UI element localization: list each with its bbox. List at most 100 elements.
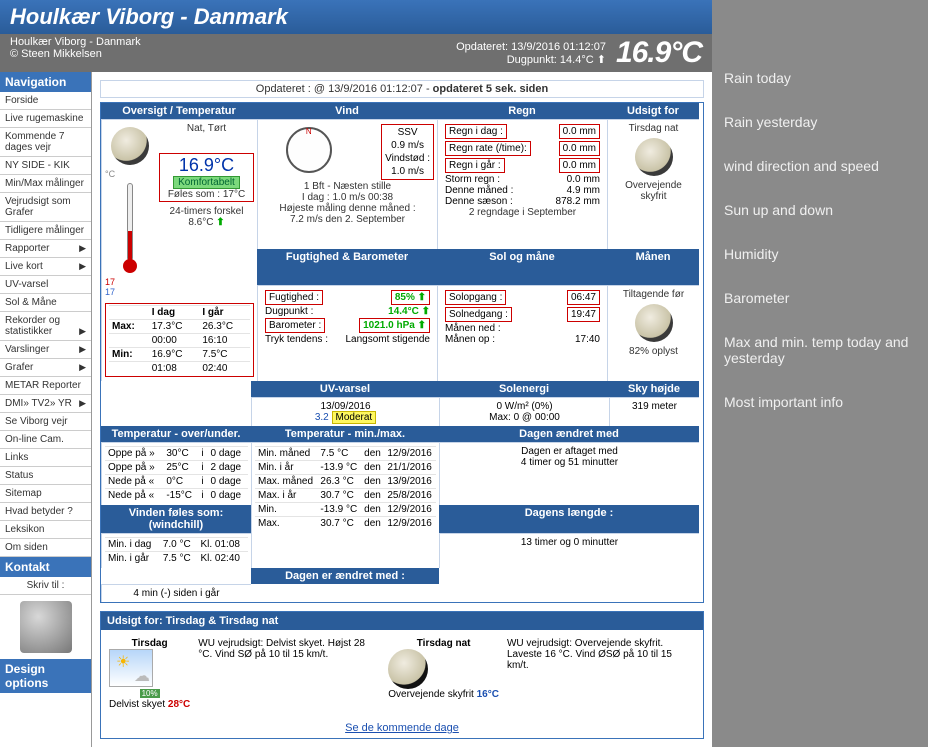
- solar-cell: 0 W/m² (0%)Max: 0 @ 00:00: [439, 397, 609, 426]
- hdr-rain: Regn: [437, 103, 607, 119]
- forecast-day1: Tirsdag 10% Delvist skyet 28°C WU vejrud…: [109, 638, 368, 710]
- overview-cell: °C 17 17 Nat, Tørt: [101, 119, 257, 381]
- sun-cell: Solopgang :06:47 Solnedgang :19:47 Månen…: [437, 285, 607, 381]
- nav-item-18[interactable]: Links: [0, 449, 91, 467]
- compass-icon: [286, 127, 332, 173]
- moon-cell: Tiltagende før 82% oplyst: [607, 285, 699, 381]
- nav-item-2[interactable]: Kommende 7 dages vejr: [0, 128, 91, 157]
- rain-cell: Regn i dag :0.0 mm Regn rate (/time):0.0…: [437, 119, 607, 249]
- 24h-diff: 24-timers forskel 8.6°C ⬆: [159, 206, 254, 228]
- chevron-right-icon: ▶: [79, 398, 86, 409]
- nav-item-8[interactable]: Live kort▶: [0, 258, 91, 276]
- nav-item-19[interactable]: Status: [0, 467, 91, 485]
- annotation-3: Sun up and down: [724, 202, 916, 218]
- nav-item-1[interactable]: Live rugemaskine: [0, 110, 91, 128]
- avatar[interactable]: [20, 601, 72, 653]
- nav-item-21[interactable]: Hvad betyder ?: [0, 503, 91, 521]
- sub-bar: Houlkær Viborg - Danmark © Steen Mikkels…: [0, 34, 712, 72]
- hdr-windchill: Vinden føles som: (windchill): [101, 505, 251, 533]
- moon-icon: [111, 127, 149, 165]
- hdr-uv: UV-varsel: [251, 381, 439, 397]
- annotation-1: Rain yesterday: [724, 114, 916, 130]
- hdr-wind: Vind: [257, 103, 437, 119]
- skriv-til-label: Skriv til :: [0, 577, 91, 595]
- feels-like: Føles som : 17°C: [163, 189, 250, 200]
- hdr-tover: Temperatur - over/under.: [101, 426, 251, 442]
- chevron-right-icon: ▶: [79, 362, 86, 373]
- kontakt-header: Kontakt: [0, 557, 91, 577]
- dashboard-panel: Oversigt / Temperatur Vind Regn Udsigt f…: [100, 102, 704, 603]
- forecast-day2: Tirsdag nat Overvejende skyfrit 16°C WU …: [388, 638, 677, 710]
- annotation-sidebar: Rain today Rain yesterday wind direction a…: [712, 0, 928, 747]
- hdr-daychy: Dagen er ændret med :: [251, 568, 439, 584]
- nav-item-13[interactable]: Grafer▶: [0, 359, 91, 377]
- bft-label: 1 Bft - Næsten stille: [261, 181, 434, 192]
- nav-header: Navigation: [0, 72, 91, 92]
- page-title: Houlkær Viborg - Danmark: [0, 0, 712, 34]
- forecast-panel: Udsigt for: Tirsdag & Tirsdag nat Tirsda…: [100, 611, 704, 739]
- nav-item-15[interactable]: DMI» TV2» YR▶: [0, 395, 91, 413]
- daych-cell: Dagen er aftaget med4 timer og 51 minutt…: [439, 442, 699, 505]
- moon-icon: [635, 304, 673, 342]
- windchill-cell: Min. i dag7.0 °CKl. 01:08Min. i går7.5 °…: [101, 533, 251, 568]
- nav-item-11[interactable]: Rekorder og statistikker▶: [0, 312, 91, 341]
- sub-location: Houlkær Viborg - Danmark: [10, 36, 141, 48]
- hdr-tminmax: Temperatur - min./max.: [251, 426, 439, 442]
- daylen-cell: 13 timer og 0 minutter: [439, 533, 699, 568]
- hdr-sky: Sky højde: [609, 381, 699, 397]
- updated-label: Opdateret: 13/9/2016 01:12:07: [456, 41, 606, 53]
- hdr-daych: Dagen ændret med: [439, 426, 699, 442]
- nav-item-9[interactable]: UV-varsel: [0, 276, 91, 294]
- uv-cell: 13/09/2016 3.2 Moderat: [251, 397, 439, 426]
- daychy-cell: 4 min (-) siden i går: [101, 584, 251, 602]
- wind-cell: SSV 0.9 m/s Vindstød : 1.0 m/s 1 Bft - N…: [257, 119, 437, 249]
- annotation-6: Max and min. temp today and yesterday: [724, 334, 916, 366]
- dewpoint-label: Dugpunkt: 14.4°C ⬆: [456, 53, 606, 66]
- nav-item-0[interactable]: Forside: [0, 92, 91, 110]
- nav-item-4[interactable]: Min/Max målinger: [0, 175, 91, 193]
- weather-icon-partly-cloudy: [109, 649, 153, 687]
- design-options-header[interactable]: Design options: [0, 659, 91, 693]
- tover-cell: Oppe på »30°Ci0 dageOppe på »25°Ci2 dage…: [101, 442, 251, 505]
- annotation-0: Rain today: [724, 70, 916, 86]
- annotation-7: Most important info: [724, 394, 916, 410]
- sidebar: Navigation ForsideLive rugemaskineKommen…: [0, 72, 92, 747]
- nav-item-5[interactable]: Vejrudsigt som Grafer: [0, 193, 91, 222]
- weather-icon-clear-night: [388, 649, 428, 689]
- outlook-cell: Tirsdag nat Overvejende skyfrit: [607, 119, 699, 249]
- sky-cell: 319 meter: [609, 397, 699, 426]
- hdr-solar: Solenergi: [439, 381, 609, 397]
- nav-item-23[interactable]: Om siden: [0, 539, 91, 557]
- nav-item-3[interactable]: NY SIDE - KIK: [0, 157, 91, 175]
- current-temp: 16.9°C: [163, 155, 250, 176]
- update-line: Opdateret : @ 13/9/2016 01:12:07 - opdat…: [100, 80, 704, 98]
- nav-item-12[interactable]: Varslinger▶: [0, 341, 91, 359]
- nav-item-7[interactable]: Rapporter▶: [0, 240, 91, 258]
- annotation-4: Humidity: [724, 246, 916, 262]
- nav-item-10[interactable]: Sol & Måne: [0, 294, 91, 312]
- nav-item-17[interactable]: On-line Cam.: [0, 431, 91, 449]
- thermometer-icon: [121, 183, 139, 273]
- moon-icon: [635, 138, 673, 176]
- humidity-cell: Fugtighed :85% ⬆ Dugpunkt :14.4°C ⬆ Baro…: [257, 285, 437, 381]
- forecast-header: Udsigt for: Tirsdag & Tirsdag nat: [101, 612, 703, 630]
- tminmax-cell: Min. måned7.5 °Cden12/9/2016Min. i år-13…: [251, 442, 439, 568]
- hdr-outlook: Udsigt for: [607, 103, 699, 119]
- hdr-humid: Fugtighed & Barometer: [257, 249, 437, 286]
- nav-item-16[interactable]: Se Viborg vejr: [0, 413, 91, 431]
- annotation-2: wind direction and speed: [724, 158, 916, 174]
- minmax-table: I dagI går Max:17.3°C26.3°C 00:0016:10 M…: [109, 305, 250, 375]
- nav-item-6[interactable]: Tidligere målinger: [0, 222, 91, 240]
- chevron-right-icon: ▶: [79, 344, 86, 355]
- nav-item-20[interactable]: Sitemap: [0, 485, 91, 503]
- chevron-right-icon: ▶: [79, 261, 86, 272]
- hdr-sun: Sol og måne: [437, 249, 607, 286]
- nav-item-22[interactable]: Leksikon: [0, 521, 91, 539]
- chevron-right-icon: ▶: [79, 326, 86, 337]
- forecast-more-link[interactable]: Se de kommende dage: [345, 722, 459, 734]
- annotation-5: Barometer: [724, 290, 916, 306]
- current-temp-big: 16.9°C: [616, 36, 702, 70]
- nav-item-14[interactable]: METAR Reporter: [0, 377, 91, 395]
- sub-copyright: © Steen Mikkelsen: [10, 48, 141, 60]
- hdr-moon: Månen: [607, 249, 699, 286]
